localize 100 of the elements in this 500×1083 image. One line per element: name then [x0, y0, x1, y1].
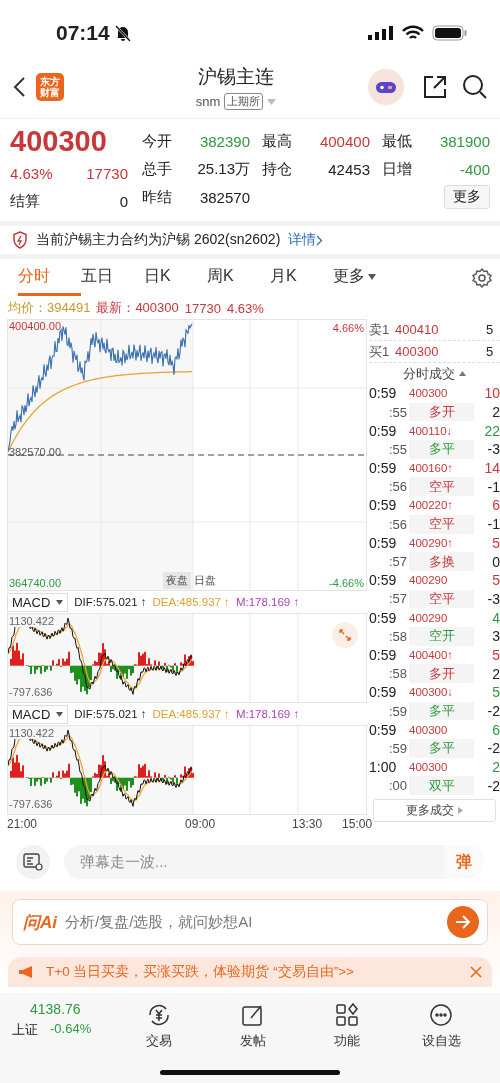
- trade-time: :58: [387, 628, 408, 644]
- wifi-icon: [402, 25, 424, 41]
- session-tab[interactable]: 夜盘: [163, 572, 191, 589]
- book-price: 400410: [395, 322, 440, 337]
- nav-item[interactable]: 设自选: [394, 1001, 488, 1051]
- trade-time: :56: [387, 516, 408, 532]
- book-label: 买1: [369, 342, 391, 361]
- stat-value: 400400: [319, 132, 370, 150]
- more-button[interactable]: 更多: [444, 185, 490, 209]
- stat-value: 382390: [199, 132, 250, 150]
- yuan-exchange-icon: [146, 1002, 172, 1028]
- time-label: 09:00: [185, 817, 216, 831]
- trade-volume: 6: [491, 721, 500, 738]
- robot-avatar-icon[interactable]: [368, 69, 404, 105]
- time-label: 21:00: [7, 817, 38, 831]
- position-change: -3: [486, 590, 500, 607]
- trade-type: 多开: [409, 664, 474, 683]
- last-price: 400300: [10, 124, 108, 159]
- trade-time: 1:00: [369, 759, 398, 776]
- stat-value: 42453: [328, 160, 370, 178]
- trade-time: :59: [387, 740, 408, 756]
- dif-value: DIF:575.021 ↑: [74, 708, 147, 720]
- details-link[interactable]: 详情: [288, 231, 324, 249]
- index-change: -0.64%: [50, 1021, 92, 1038]
- trade-price: 400160↑: [409, 462, 455, 475]
- indicator-select[interactable]: MACD: [7, 592, 69, 612]
- trade-time: :57: [387, 554, 408, 570]
- caret-icon[interactable]: [56, 711, 64, 717]
- caret-icon[interactable]: [56, 599, 64, 605]
- arrow-right-icon[interactable]: [455, 915, 471, 929]
- more-icon: [428, 1002, 454, 1028]
- stat-label: 今开: [142, 131, 172, 151]
- trade-price: 400290: [409, 611, 449, 624]
- indicator-select[interactable]: MACD: [7, 704, 69, 724]
- page-title: 沪锡主连: [198, 65, 274, 89]
- chart-tab[interactable]: 更多: [333, 260, 396, 296]
- share-icon[interactable]: [422, 74, 448, 100]
- axis-max-label: 1130.422: [9, 727, 55, 739]
- trade-time: :59: [387, 703, 408, 719]
- position-change: 2: [491, 404, 500, 421]
- trade-time: 0:59: [369, 385, 398, 402]
- trade-type: 空平: [409, 589, 474, 609]
- trade-volume: 5: [491, 534, 500, 551]
- more-trades-button[interactable]: 更多成交: [373, 799, 496, 823]
- chart-tab[interactable]: 月K: [270, 260, 333, 296]
- position-change: -2: [486, 703, 500, 720]
- stat-value: 381900: [439, 132, 490, 150]
- chart-tab[interactable]: 日K: [144, 260, 207, 296]
- trade-time: 0:59: [369, 684, 398, 701]
- axis-min-label: -797.636: [9, 798, 53, 810]
- close-icon[interactable]: [470, 966, 482, 978]
- position-change: -3: [486, 441, 500, 458]
- trade-time: 0:59: [369, 460, 398, 477]
- chart-tab[interactable]: 周K: [207, 260, 270, 296]
- back-icon[interactable]: [12, 76, 26, 98]
- trade-price: 400300↓: [409, 686, 455, 699]
- stat-label: 最低: [382, 131, 412, 151]
- trade-time: 0:59: [369, 721, 398, 738]
- position-change: 3: [491, 628, 500, 645]
- battery-icon: [432, 25, 468, 41]
- ai-question-field[interactable]: 问Ai 分析/复盘/选股，就问妙想AI: [12, 899, 488, 945]
- time-label: 13:30: [292, 817, 323, 831]
- caret-icon[interactable]: [368, 273, 376, 280]
- expand-icon[interactable]: [332, 622, 358, 648]
- sort-up-icon[interactable]: [459, 371, 466, 376]
- trade-time: 0:59: [369, 534, 398, 551]
- document-settings-icon[interactable]: [23, 853, 43, 871]
- trade-price: 400300: [409, 387, 449, 400]
- average-price: 均价：394491: [8, 299, 91, 317]
- dif-value: DIF:575.021 ↑: [74, 596, 147, 608]
- position-change: 2: [491, 665, 500, 682]
- search-icon[interactable]: [462, 74, 488, 100]
- shield-icon: [12, 231, 28, 249]
- nav-item[interactable]: 交易: [112, 1001, 206, 1051]
- trade-price: 400300: [409, 761, 449, 774]
- axis-max-label: 400400.00: [9, 320, 61, 332]
- position-change: -2: [486, 777, 500, 794]
- stat-label: 最高: [262, 131, 292, 151]
- nav-item[interactable]: 功能: [300, 1001, 394, 1051]
- trade-price: 400290: [409, 574, 449, 587]
- notice-text: 当前沪锡主力合约为沪锡 2602(sn2602): [36, 231, 281, 249]
- nav-item[interactable]: 发帖: [206, 1001, 300, 1051]
- trade-price: 400400↑: [409, 648, 455, 661]
- trade-type: 多换: [409, 552, 474, 571]
- trade-volume: 6: [491, 497, 500, 514]
- send-arrow-button[interactable]: [447, 906, 479, 938]
- position-change: -1: [486, 478, 500, 495]
- settings-icon[interactable]: [472, 268, 492, 288]
- trade-time: :57: [387, 591, 408, 607]
- trade-volume: 14: [483, 460, 500, 477]
- trade-type: 空平: [409, 477, 474, 497]
- chart-tab[interactable]: 五日: [81, 260, 144, 296]
- trade-time: :55: [387, 404, 408, 420]
- chevron-right-icon[interactable]: [316, 234, 324, 246]
- axis-min-percent: -4.66%: [329, 577, 364, 589]
- danmaku-settings-button[interactable]: [16, 845, 50, 879]
- grid-icon: [334, 1002, 360, 1028]
- book-price: 400300: [395, 344, 440, 359]
- trade-volume: 10: [483, 385, 500, 402]
- session-tab[interactable]: 日盘: [191, 572, 219, 589]
